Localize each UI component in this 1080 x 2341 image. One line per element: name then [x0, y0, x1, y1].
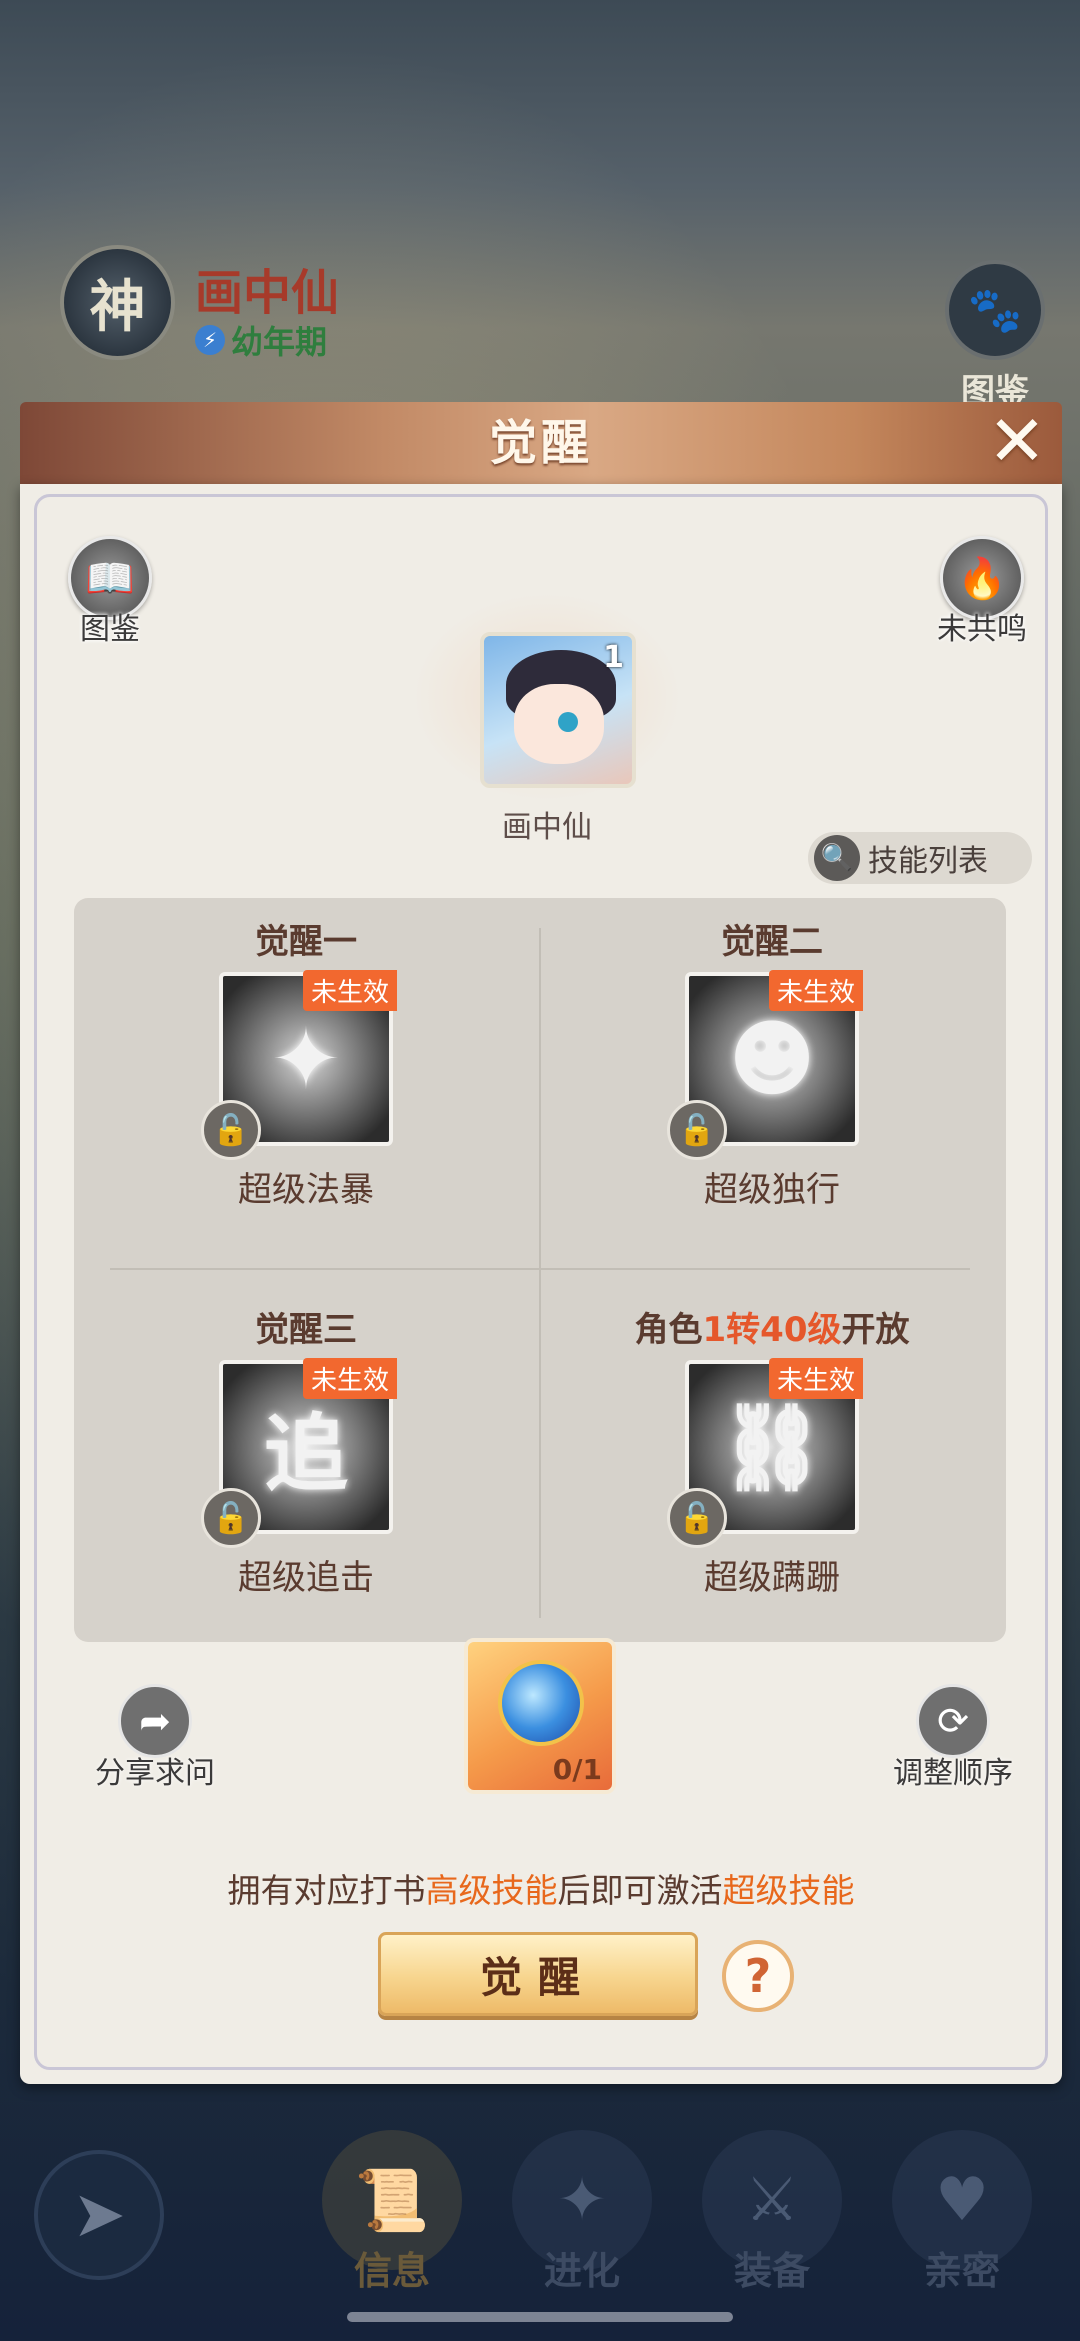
- unlock-requirement-prefix: 角色: [634, 1310, 703, 1350]
- unlock-icon: 🔓: [667, 1100, 727, 1160]
- tab-label: 亲密: [923, 2249, 1000, 2293]
- tab-equip[interactable]: ⚔ 装备: [702, 2130, 842, 2295]
- pet-avatar[interactable]: 1: [480, 632, 636, 788]
- skill-icon[interactable]: ⛓ 未生效 🔓: [667, 1358, 863, 1548]
- share-label: 分享求问: [95, 1756, 215, 1791]
- skill-list-label: 技能列表: [868, 844, 988, 879]
- awaken-dialog: 觉醒 ✕ 📖 图鉴 🔥 未共鸣 1 画中仙 🔍 技能列表 觉醒一 ✦ 未生效 🔓…: [20, 402, 1062, 2084]
- tab-intimacy[interactable]: ♥ 亲密: [892, 2130, 1032, 2295]
- share-arrow-icon: ➦: [118, 1684, 192, 1758]
- skill-name: 超级追击: [238, 1558, 374, 1598]
- slot-title: 觉醒三: [255, 1310, 357, 1350]
- stage-icon: ⚡: [195, 325, 225, 355]
- unlock-icon: 🔓: [201, 1100, 261, 1160]
- pet-header: 神 画中仙 ⚡ 幼年期: [60, 245, 460, 365]
- tab-label: 信息: [353, 2249, 430, 2293]
- awaken-tip: 拥有对应打书高级技能后即可激活超级技能: [20, 1864, 1062, 1912]
- pet-name: 画中仙: [195, 265, 340, 321]
- unlock-icon: 🔓: [667, 1488, 727, 1548]
- status-tag: 未生效: [768, 1358, 863, 1399]
- atlas-button[interactable]: 🐾 图鉴: [940, 260, 1050, 413]
- search-icon: 🔍: [814, 835, 860, 881]
- atlas-side-label: 图鉴: [80, 612, 140, 647]
- tip-text: 后即可激活: [557, 1871, 723, 1910]
- book-icon: 📖: [68, 536, 152, 620]
- status-tag: 未生效: [768, 970, 863, 1011]
- tab-label: 进化: [543, 2249, 620, 2293]
- tip-highlight: 高级技能: [425, 1871, 558, 1910]
- dialog-body: 📖 图鉴 🔥 未共鸣 1 画中仙 🔍 技能列表 觉醒一 ✦ 未生效 🔓 超级法暴…: [20, 484, 1062, 2084]
- flame-icon: 🔥: [940, 536, 1024, 620]
- awaken-slot-4: 角色1转40级开放 ⛓ 未生效 🔓 超级蹒跚: [622, 1308, 922, 1599]
- avatar-level: 1: [603, 640, 624, 675]
- awaken-slot-1: 觉醒一 ✦ 未生效 🔓 超级法暴: [156, 920, 456, 1211]
- status-tag: 未生效: [302, 970, 397, 1011]
- awaken-slot-3: 觉醒三 追 未生效 🔓 超级追击: [156, 1308, 456, 1599]
- awaken-item-slot[interactable]: 0/1: [464, 1638, 616, 1794]
- tab-info[interactable]: 📜 信息: [322, 2130, 462, 2295]
- unlock-requirement-suffix: 开放: [841, 1310, 910, 1350]
- water-orb-icon: [498, 1660, 584, 1746]
- skill-icon[interactable]: ☻ 未生效 🔓: [667, 970, 863, 1160]
- vertical-divider: [539, 928, 541, 1618]
- slot-title: 觉醒二: [721, 922, 823, 962]
- slot-title: 角色1转40级开放: [622, 1308, 922, 1352]
- tab-label: 装备: [733, 2249, 810, 2293]
- horizontal-divider: [110, 1268, 970, 1270]
- status-tag: 未生效: [302, 1358, 397, 1399]
- skill-name: 超级法暴: [238, 1170, 374, 1210]
- skill-list-button[interactable]: 🔍 技能列表: [808, 832, 1032, 884]
- avatar-eye: [558, 712, 578, 732]
- home-indicator[interactable]: [347, 2312, 733, 2322]
- back-arrow-icon[interactable]: ➤: [34, 2150, 164, 2280]
- pet-stage-label: 幼年期: [231, 323, 328, 361]
- share-button[interactable]: ➦ 分享求问: [70, 1684, 240, 1792]
- close-button[interactable]: ✕: [980, 406, 1054, 480]
- skill-icon[interactable]: 追 未生效 🔓: [201, 1358, 397, 1548]
- reorder-button[interactable]: ⟳ 调整顺序: [868, 1684, 1038, 1792]
- awaken-grid: 觉醒一 ✦ 未生效 🔓 超级法暴 觉醒二 ☻ 未生效 🔓 超级独行 觉醒三 追 …: [74, 898, 1006, 1642]
- unlock-requirement-level: 1转40级: [702, 1310, 842, 1350]
- item-count: 0/1: [552, 1753, 602, 1786]
- skill-name: 超级蹒跚: [704, 1558, 840, 1598]
- pet-stage: ⚡ 幼年期: [195, 317, 327, 363]
- skill-icon[interactable]: ✦ 未生效 🔓: [201, 970, 397, 1160]
- avatar-name: 画中仙: [502, 810, 592, 845]
- tip-text: 拥有对应打书: [227, 1871, 426, 1910]
- resonance-button[interactable]: 🔥 未共鸣: [912, 536, 1052, 648]
- dialog-title: 觉醒: [488, 415, 593, 471]
- help-button[interactable]: ?: [722, 1940, 794, 2012]
- paw-book-icon: 🐾: [945, 260, 1045, 360]
- atlas-side-button[interactable]: 📖 图鉴: [40, 536, 180, 648]
- resonance-label: 未共鸣: [937, 612, 1027, 647]
- refresh-icon: ⟳: [916, 1684, 990, 1758]
- awaken-slot-2: 觉醒二 ☻ 未生效 🔓 超级独行: [622, 920, 922, 1211]
- slot-title: 觉醒一: [255, 922, 357, 962]
- tab-evolve[interactable]: ✦ 进化: [512, 2130, 652, 2295]
- skill-name: 超级独行: [704, 1170, 840, 1210]
- god-rank-badge: 神: [60, 245, 175, 360]
- bottom-nav: ➤ 📜 信息 ✦ 进化 ⚔ 装备 ♥ 亲密: [0, 2100, 1080, 2341]
- tip-highlight: 超级技能: [722, 1871, 855, 1910]
- unlock-icon: 🔓: [201, 1488, 261, 1548]
- reorder-label: 调整顺序: [893, 1756, 1013, 1791]
- awaken-button[interactable]: 觉醒: [378, 1932, 698, 2016]
